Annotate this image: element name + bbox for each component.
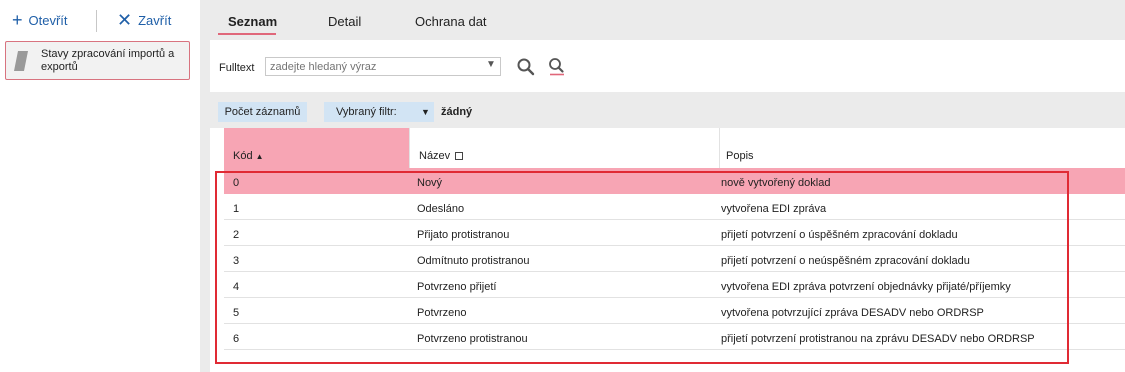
cell-kod: 1: [233, 203, 240, 215]
sidebar-item-label: Stavy zpracování importů a exportů: [41, 48, 175, 73]
table-row[interactable]: 1 Odesláno vytvořena EDI zpráva: [224, 194, 1125, 220]
cell-nazev: Přijato protistranou: [417, 229, 510, 241]
table-row[interactable]: 5 Potvrzeno vytvořena potvrzující zpráva…: [224, 298, 1125, 324]
column-header-popis[interactable]: Popis: [719, 128, 1125, 168]
main-area: Seznam Detail Ochrana dat Fulltext ▼ Poč…: [200, 0, 1125, 372]
selected-filter-value: žádný: [441, 106, 473, 118]
checkbox-icon: [455, 152, 464, 161]
cell-popis: přijetí potvrzení o neúspěšném zpracován…: [721, 255, 970, 267]
column-header-nazev[interactable]: Název: [409, 128, 720, 168]
cell-nazev: Potvrzeno: [417, 307, 467, 319]
column-header-kod[interactable]: Kód ▲: [224, 128, 409, 168]
table-row[interactable]: 4 Potvrzeno přijetí vytvořena EDI zpráva…: [224, 272, 1125, 298]
table-body: 0 Nový nově vytvořený doklad 1 Odesláno …: [224, 168, 1125, 350]
tile-icon: [14, 51, 28, 71]
close-button[interactable]: ✕ Zavřít: [117, 11, 171, 29]
cell-kod: 5: [233, 307, 240, 319]
filter-bar: Počet záznamů Vybraný filtr: ▼ žádný: [210, 92, 1125, 128]
search-icon[interactable]: [516, 57, 536, 77]
tab-data-protection[interactable]: Ochrana dat: [415, 14, 487, 29]
cell-kod: 6: [233, 333, 240, 345]
plus-icon: +: [12, 10, 23, 30]
cell-nazev: Odesláno: [417, 203, 465, 215]
selected-filter-dropdown[interactable]: Vybraný filtr: ▼: [324, 102, 434, 122]
cell-popis: přijetí potvrzení protistranou na zprávu…: [721, 333, 1035, 345]
column-header-label: Popis: [726, 150, 754, 162]
cell-nazev: Nový: [417, 177, 443, 189]
fulltext-toolbar: Fulltext ▼: [210, 40, 1125, 92]
cell-popis: vytvořena EDI zpráva potvrzení objednávk…: [721, 281, 1011, 293]
table-row[interactable]: 3 Odmítnuto protistranou přijetí potvrze…: [224, 246, 1125, 272]
close-button-label: Zavřít: [138, 12, 172, 28]
sidebar-item-import-export-states[interactable]: Stavy zpracování importů a exportů: [5, 41, 190, 80]
record-count-button[interactable]: Počet záznamů: [218, 102, 307, 122]
advanced-search-icon[interactable]: [547, 57, 567, 77]
cell-popis: přijetí potvrzení o úspěšném zpracování …: [721, 229, 958, 241]
cell-nazev: Odmítnuto protistranou: [417, 255, 530, 267]
column-header-label: Kód ▲: [233, 150, 264, 162]
toolbar-separator: [96, 10, 97, 32]
cell-popis: vytvořena EDI zpráva: [721, 203, 827, 215]
cell-kod: 0: [233, 177, 240, 189]
column-header-label: Název: [419, 150, 464, 162]
fulltext-search-input[interactable]: [265, 57, 501, 76]
cell-kod: 4: [233, 281, 240, 293]
close-icon: ✕: [117, 10, 133, 30]
tab-detail[interactable]: Detail: [328, 14, 361, 29]
open-button-label: Otevřít: [28, 12, 68, 28]
tab-list[interactable]: Seznam: [228, 14, 277, 29]
active-tab-indicator: [218, 33, 276, 35]
table-row[interactable]: 0 Nový nově vytvořený doklad: [224, 168, 1125, 194]
cell-kod: 3: [233, 255, 240, 267]
table-row[interactable]: 6 Potvrzeno protistranou přijetí potvrze…: [224, 324, 1125, 350]
chevron-down-icon[interactable]: ▼: [486, 59, 496, 70]
cell-popis: nově vytvořený doklad: [721, 177, 831, 189]
left-panel: + Otevřít ✕ Zavřít Stavy zpracování impo…: [0, 0, 200, 372]
tab-bar: Seznam Detail Ochrana dat: [200, 0, 1125, 40]
cell-kod: 2: [233, 229, 240, 241]
table-row[interactable]: 2 Přijato protistranou přijetí potvrzení…: [224, 220, 1125, 246]
selected-filter-label: Vybraný filtr:: [336, 106, 397, 118]
cell-nazev: Potvrzeno protistranou: [417, 333, 528, 345]
open-button[interactable]: + Otevřít: [12, 11, 68, 29]
sort-ascending-icon: ▲: [255, 152, 264, 161]
fulltext-label: Fulltext: [219, 62, 255, 74]
data-grid: Kód ▲ Název Popis 0 Nový nově vytvořený …: [210, 128, 1125, 372]
cell-nazev: Potvrzeno přijetí: [417, 281, 497, 293]
caret-down-icon: ▼: [421, 107, 430, 117]
cell-popis: vytvořena potvrzující zpráva DESADV nebo…: [721, 307, 984, 319]
